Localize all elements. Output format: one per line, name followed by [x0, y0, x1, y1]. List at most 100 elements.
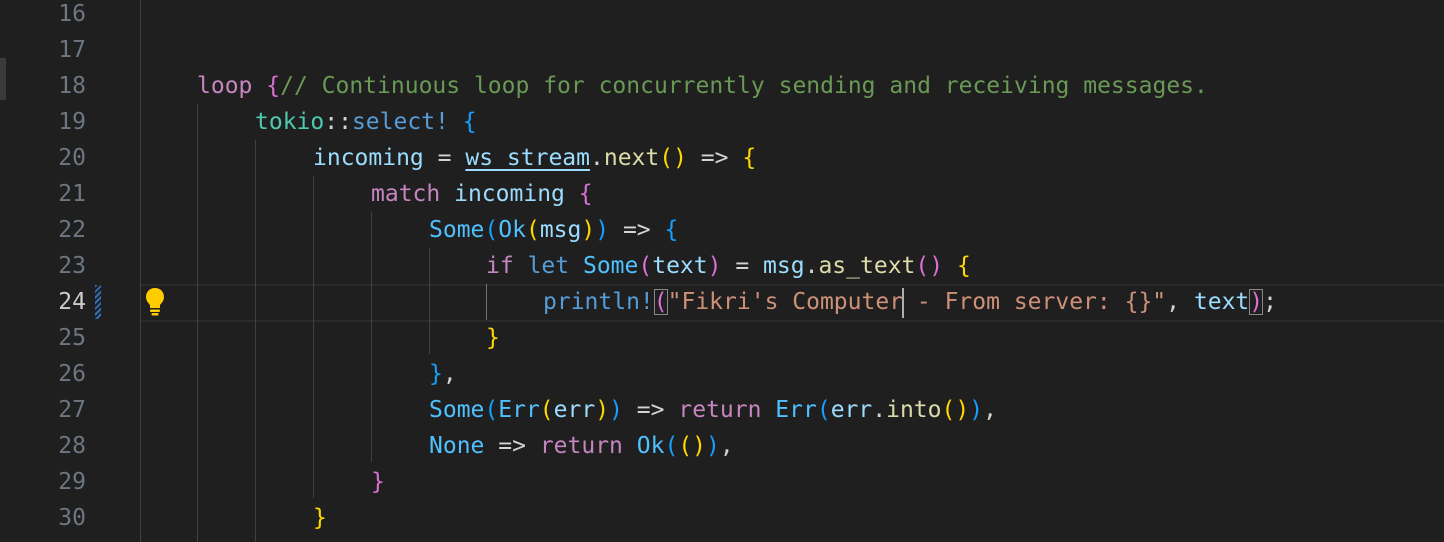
code-bracket: (	[664, 433, 679, 459]
code-type: Err	[498, 397, 540, 423]
code-line: loop {	[197, 68, 280, 104]
code-bracket: }	[371, 469, 385, 495]
code-operator: ,	[1166, 289, 1181, 315]
code-operator: .	[589, 145, 604, 171]
code-variable-underlined[interactable]: ws_stream	[465, 145, 590, 171]
code-bracket: ()	[915, 253, 944, 279]
code-string: "Fikri's Computer	[667, 289, 904, 315]
line-number: 22	[58, 217, 86, 243]
indent-guide	[429, 248, 430, 354]
code-operator: ,	[983, 397, 997, 423]
code-keyword: loop	[197, 73, 253, 99]
code-bracket: )	[595, 397, 610, 423]
code-bracket: {	[664, 217, 679, 243]
code-bracket: }	[313, 505, 327, 531]
code-bracket: )	[706, 433, 720, 459]
code-keyword: return	[678, 397, 762, 423]
line-number: 20	[58, 145, 86, 171]
code-line: incoming = ws_stream.next() => {	[313, 140, 756, 176]
code-editor[interactable]: 16 17 18 19 20 21 22 23 24 25 26 27 28 2…	[0, 0, 1444, 542]
code-bracket: {	[462, 109, 477, 135]
code-line: }	[313, 500, 327, 536]
code-operator: =>	[498, 433, 526, 459]
code-variable: err	[553, 397, 596, 423]
code-function: next	[603, 145, 660, 171]
code-operator: ::	[324, 109, 352, 135]
line-number-gutter: 16 17 18 19 20 21 22 23 24 25 26 27 28 2…	[0, 0, 90, 542]
code-macro: select!	[351, 109, 449, 135]
line-number: 19	[58, 109, 86, 135]
code-line: match incoming {	[371, 176, 593, 212]
code-type: Some	[429, 217, 485, 243]
line-number: 27	[58, 397, 86, 423]
code-bracket: }	[486, 325, 500, 351]
code-line: None => return Ok(()),	[429, 428, 734, 464]
code-operator: =>	[700, 145, 729, 171]
code-line: // Continuous loop for concurrently send…	[197, 32, 1208, 99]
code-bracket: ()	[941, 397, 970, 423]
code-bracket: {	[266, 73, 281, 99]
code-line: Some(Err(err)) => return Err(err.into())…	[429, 392, 997, 428]
line-number: 28	[58, 433, 86, 459]
code-variable: text	[652, 253, 708, 279]
code-bracket: (	[525, 217, 540, 243]
code-type: Some	[582, 253, 639, 279]
code-namespace: tokio	[255, 109, 325, 135]
code-area[interactable]: // Continuous loop for concurrently send…	[140, 0, 1444, 542]
line-number: 30	[58, 505, 86, 531]
code-line: Some(Ok(msg)) => {	[429, 212, 678, 248]
code-bracket: {	[742, 145, 757, 171]
code-bracket: (	[539, 397, 554, 423]
code-operator: =	[437, 145, 452, 171]
code-operator: =	[735, 253, 750, 279]
code-line: }	[371, 464, 385, 500]
code-type: None	[429, 433, 485, 459]
code-variable: err	[830, 397, 873, 423]
code-bracket: {	[578, 181, 593, 207]
code-bracket: )	[595, 217, 610, 243]
code-bracket: ()	[659, 145, 687, 171]
code-bracket: (	[484, 397, 499, 423]
code-type: Ok	[636, 433, 665, 459]
code-line: },	[429, 356, 457, 392]
code-bracket: {	[956, 253, 971, 279]
code-keyword: return	[539, 433, 623, 459]
code-bracket: )	[581, 217, 596, 243]
code-bracket: (	[816, 397, 831, 423]
line-number: 23	[58, 253, 86, 279]
code-keyword: match	[371, 181, 441, 207]
code-keyword: if	[486, 253, 514, 279]
line-number: 21	[58, 181, 86, 207]
code-function: into	[886, 397, 942, 423]
code-bracket: }	[429, 361, 443, 387]
modified-line-marker[interactable]	[95, 285, 101, 319]
code-line: if let Some(text) = msg.as_text() {	[486, 248, 971, 284]
code-variable: text	[1193, 289, 1250, 315]
code-operator: ,	[719, 433, 734, 459]
code-operator: =>	[636, 397, 665, 423]
code-variable: incoming	[313, 145, 424, 171]
code-line: tokio::select! {	[255, 104, 477, 140]
indent-guide	[371, 212, 372, 462]
code-bracket: ()	[678, 433, 707, 459]
line-number: 26	[58, 361, 86, 387]
line-number: 18	[58, 73, 86, 99]
code-function: as_text	[818, 253, 916, 279]
code-string: - From server: {}"	[903, 289, 1167, 315]
code-bracket: )	[609, 397, 623, 423]
code-operator: .	[872, 397, 887, 423]
line-number: 25	[58, 325, 86, 351]
code-bracket-matched: )	[1249, 289, 1264, 315]
code-comment: // Continuous loop for concurrently send…	[280, 73, 1208, 99]
code-macro: println!	[543, 289, 654, 315]
code-operator: =>	[622, 217, 651, 243]
code-operator: ;	[1263, 289, 1277, 315]
code-bracket: (	[484, 217, 499, 243]
code-variable: msg	[763, 253, 805, 279]
code-bracket-matched: (	[653, 289, 668, 315]
line-number: 29	[58, 469, 86, 495]
indent-guide	[313, 176, 314, 498]
indent-guide	[255, 140, 256, 542]
code-line: }	[486, 320, 500, 356]
code-type: Err	[775, 397, 817, 423]
